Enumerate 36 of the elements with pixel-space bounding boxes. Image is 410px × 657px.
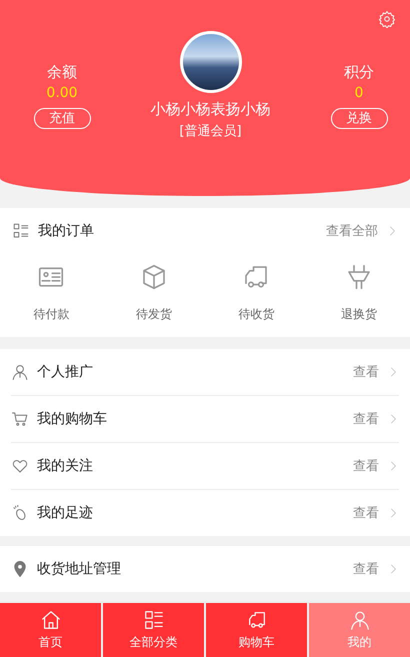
list-icon <box>12 222 30 240</box>
stat-label: 积分 <box>344 62 374 82</box>
person-icon <box>348 609 370 631</box>
nav-tab[interactable]: 我的 <box>309 603 410 657</box>
view-link[interactable]: 查看 <box>353 560 379 578</box>
settings-icon[interactable] <box>378 10 396 28</box>
view-link[interactable]: 查看 <box>353 363 379 381</box>
user-name: 小杨小杨表扬小杨 <box>150 99 270 120</box>
person-icon <box>11 363 29 381</box>
view-all-link[interactable]: 查看全部 <box>326 222 378 240</box>
stat-label: 余额 <box>47 62 77 82</box>
nav-tab[interactable]: 全部分类 <box>103 603 204 657</box>
cart-icon <box>11 410 29 428</box>
home-icon <box>40 609 62 631</box>
menu-item-label[interactable]: 个人推广 <box>37 363 345 381</box>
view-link[interactable]: 查看 <box>353 457 379 475</box>
section-title: 我的订单 <box>38 222 95 240</box>
menu-item-label[interactable]: 我的关注 <box>37 457 345 475</box>
redeem-button[interactable]: 兑换 <box>330 108 388 129</box>
stat-value: 0 <box>354 84 364 103</box>
stat-value: 0.00 <box>46 84 78 103</box>
view-link[interactable]: 查看 <box>353 504 379 522</box>
menu-item-label[interactable]: 我的购物车 <box>37 410 345 428</box>
order-status-label[interactable]: 待发货 <box>136 306 172 323</box>
member-level: [普通会员] <box>179 123 242 141</box>
view-link[interactable]: 查看 <box>353 410 379 428</box>
recharge-button[interactable]: 充值 <box>34 108 90 129</box>
order-status-label[interactable]: 退换货 <box>340 306 377 323</box>
order-status-label[interactable]: 待付款 <box>33 306 70 323</box>
nav-tab[interactable]: 首页 <box>0 603 101 657</box>
order-status-label[interactable]: 待收货 <box>238 306 274 323</box>
menu-item-label[interactable]: 我的足迹 <box>37 504 345 522</box>
menu-item-label[interactable]: 收货地址管理 <box>37 560 345 578</box>
heart-icon <box>11 457 29 475</box>
category-grid-icon <box>142 609 164 631</box>
nav-tab[interactable]: 购物车 <box>206 603 307 657</box>
